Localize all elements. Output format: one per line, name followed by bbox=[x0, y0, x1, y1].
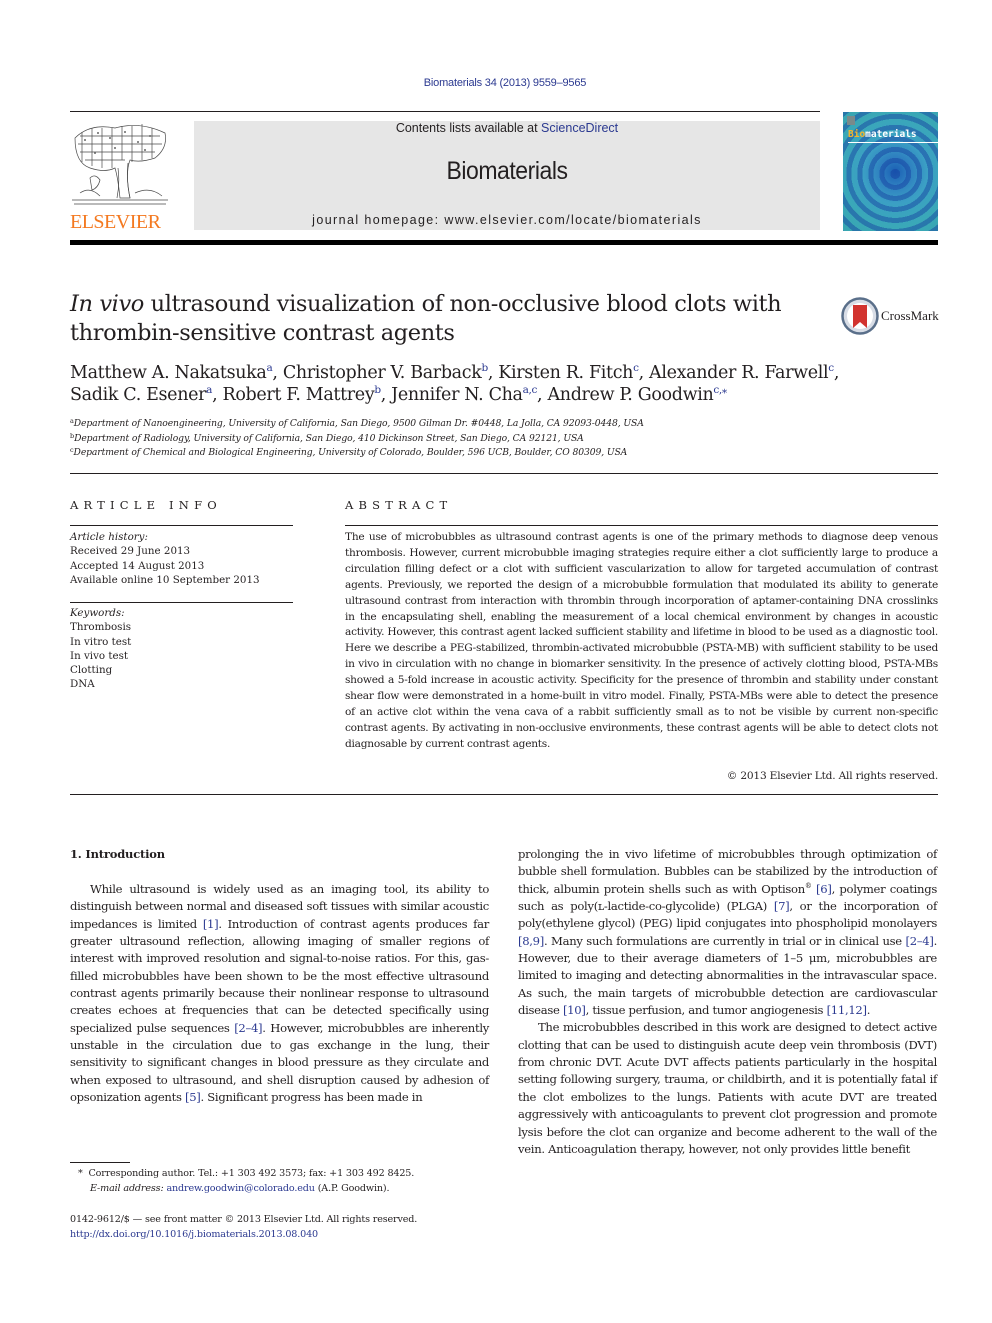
divider bbox=[70, 525, 293, 526]
registered-mark: ® bbox=[804, 881, 812, 890]
journal-name: Biomaterials bbox=[446, 157, 568, 185]
affiliation: bDepartment of Radiology, University of … bbox=[70, 431, 584, 444]
author-list: Matthew A. Nakatsukaa, Christopher V. Ba… bbox=[70, 362, 840, 405]
header-thick-rule bbox=[70, 240, 938, 245]
journal-banner: Contents lists available at ScienceDirec… bbox=[194, 121, 820, 230]
keyword: Clotting bbox=[70, 664, 113, 677]
history-item: Available online 10 September 2013 bbox=[70, 573, 260, 586]
keyword: In vitro test bbox=[70, 635, 132, 648]
header-top-rule bbox=[70, 111, 820, 112]
history-item: Accepted 14 August 2013 bbox=[70, 559, 205, 572]
author[interactable]: Matthew A. Nakatsukaa bbox=[70, 363, 273, 383]
paragraph: While ultrasound is widely used as an im… bbox=[70, 882, 489, 1105]
author[interactable]: Sadik C. Esenera bbox=[70, 385, 212, 405]
reference-link[interactable]: [1] bbox=[203, 917, 219, 931]
title-rest: ultrasound visualization of non-occlusiv… bbox=[70, 291, 782, 346]
abstract-text: The use of microbubbles as ultrasound co… bbox=[345, 531, 938, 750]
author[interactable]: Robert F. Mattreyb bbox=[223, 385, 382, 405]
reference-link[interactable]: [8,9] bbox=[518, 934, 544, 948]
author[interactable]: Jennifer N. Chaa,c bbox=[391, 385, 537, 405]
email-label: E-mail address: bbox=[90, 1183, 164, 1194]
journal-homepage[interactable]: journal homepage: www.elsevier.com/locat… bbox=[194, 213, 820, 227]
affiliation: cDepartment of Chemical and Biological E… bbox=[70, 446, 628, 458]
abstract-copyright: © 2013 Elsevier Ltd. All rights reserved… bbox=[726, 770, 938, 782]
crossmark-button[interactable]: CrossMark bbox=[841, 297, 941, 335]
affiliation: aDepartment of Nanoengineering, Universi… bbox=[70, 417, 644, 429]
cover-underline bbox=[848, 142, 938, 143]
reference-link[interactable]: [2–4] bbox=[906, 934, 934, 948]
affiliation-marker[interactable]: c,⁎ bbox=[713, 384, 727, 396]
history-label: Article history: bbox=[70, 531, 148, 543]
footnote-text: Corresponding author. Tel.: +1 303 492 3… bbox=[88, 1168, 415, 1179]
divider bbox=[70, 794, 938, 795]
contents-line: Contents lists available at ScienceDirec… bbox=[194, 121, 820, 135]
reference-link[interactable]: [5] bbox=[185, 1090, 201, 1104]
body-column-right: prolonging the in vivo lifetime of micro… bbox=[518, 846, 937, 1158]
divider bbox=[70, 602, 293, 603]
paragraph: prolonging the in vivo lifetime of micro… bbox=[518, 847, 937, 1018]
keywords-label: Keywords: bbox=[70, 607, 125, 619]
footnote-rule bbox=[70, 1162, 130, 1163]
author[interactable]: Christopher V. Barbackb bbox=[283, 363, 488, 383]
front-matter: 0142-9612/$ — see front matter © 2013 El… bbox=[70, 1212, 510, 1242]
reference-link[interactable]: [7] bbox=[774, 899, 790, 913]
email-link[interactable]: andrew.goodwin@colorado.edu bbox=[166, 1183, 315, 1194]
divider bbox=[70, 473, 938, 474]
keywords: Keywords: Thrombosis In vitro test In vi… bbox=[70, 606, 300, 692]
history-item: Received 29 June 2013 bbox=[70, 545, 191, 558]
article-info-heading: ARTICLE INFO bbox=[70, 498, 222, 512]
reference-link[interactable]: [10] bbox=[563, 1003, 586, 1017]
abstract-heading: ABSTRACT bbox=[345, 498, 453, 512]
sciencedirect-link[interactable]: ScienceDirect bbox=[541, 121, 618, 135]
section-heading-introduction: 1. Introduction bbox=[70, 847, 165, 861]
elsevier-logo[interactable]: ELSEVIER bbox=[70, 118, 172, 232]
title-italic: In vivo bbox=[70, 291, 144, 317]
divider bbox=[345, 525, 938, 526]
cover-publisher-icon bbox=[847, 116, 855, 125]
body-column-left: While ultrasound is widely used as an im… bbox=[70, 881, 489, 1106]
elsevier-wordmark: ELSEVIER bbox=[70, 211, 161, 233]
journal-cover-image[interactable]: Biomaterials bbox=[843, 112, 938, 231]
cover-title: Biomaterials bbox=[848, 129, 917, 140]
doi-link[interactable]: http://dx.doi.org/10.1016/j.biomaterials… bbox=[70, 1229, 318, 1240]
article-history: Article history: Received 29 June 2013 A… bbox=[70, 530, 300, 587]
author[interactable]: Alexander R. Farwellc bbox=[649, 363, 834, 383]
paragraph: The microbubbles described in this work … bbox=[518, 1020, 937, 1156]
crossmark-icon bbox=[841, 297, 879, 335]
reference-link[interactable]: [11,12] bbox=[827, 1003, 867, 1017]
author[interactable]: Kirsten R. Fitchc bbox=[498, 363, 639, 383]
crossmark-label: CrossMark bbox=[881, 308, 939, 323]
contents-prefix: Contents lists available at bbox=[395, 121, 542, 135]
footnote-mark: * bbox=[78, 1168, 83, 1179]
keyword: In vivo test bbox=[70, 649, 129, 662]
affiliation-marker[interactable]: a,c bbox=[523, 384, 538, 396]
keyword: Thrombosis bbox=[70, 621, 132, 634]
email-suffix: (A.P. Goodwin). bbox=[314, 1183, 390, 1194]
article-title: In vivo ultrasound visualization of non-… bbox=[70, 290, 820, 348]
reference-link[interactable]: [2–4] bbox=[234, 1021, 262, 1035]
journal-citation-link[interactable]: Biomaterials 34 (2013) 9559–9565 bbox=[0, 77, 992, 89]
corresponding-author-footnote: * Corresponding author. Tel.: +1 303 492… bbox=[78, 1166, 498, 1196]
keyword: DNA bbox=[70, 678, 95, 691]
front-matter-text: 0142-9612/$ — see front matter © 2013 El… bbox=[70, 1214, 418, 1225]
author[interactable]: Andrew P. Goodwinc,⁎ bbox=[547, 384, 727, 405]
affiliations: aDepartment of Nanoengineering, Universi… bbox=[70, 417, 950, 461]
reference-link[interactable]: [6] bbox=[816, 882, 832, 896]
elsevier-tree-icon bbox=[72, 124, 168, 205]
